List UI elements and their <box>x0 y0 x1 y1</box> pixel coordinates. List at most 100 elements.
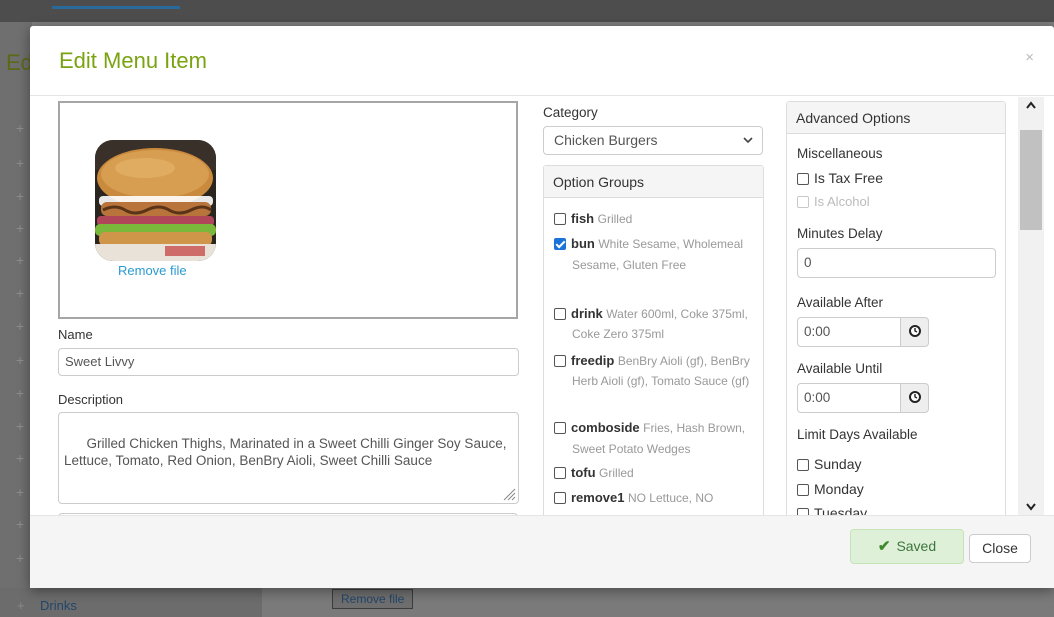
background-plus-icon: + <box>16 120 25 136</box>
option-groups-panel: Option Groups fish Grilled bun White Ses… <box>543 165 764 515</box>
scroll-down-arrow-icon[interactable] <box>1018 498 1044 515</box>
minutes-delay-label: Minutes Delay <box>797 226 883 241</box>
option-group-name: comboside <box>571 420 640 435</box>
option-group-checkbox[interactable] <box>554 422 566 434</box>
alcohol-checkbox <box>797 196 809 208</box>
option-group-item[interactable]: tofu Grilled <box>554 464 764 482</box>
checkmark-icon: ✔ <box>877 538 891 555</box>
tax-free-label: Is Tax Free <box>814 170 883 186</box>
modal-title: Edit Menu Item <box>59 48 207 73</box>
background-plus-icon: + <box>16 188 25 204</box>
tax-free-option[interactable]: Is Tax Free <box>797 170 883 186</box>
option-group-name: fish <box>571 211 595 226</box>
background-remove-file-button[interactable]: Remove file <box>332 589 414 609</box>
clock-icon[interactable] <box>900 383 929 413</box>
close-button[interactable]: Close <box>969 534 1031 563</box>
option-group-checkbox-checked[interactable] <box>554 238 566 250</box>
option-group-name: remove1 <box>571 490 625 505</box>
available-until-picker: 0:00 <box>797 383 929 413</box>
option-group-details: NO Lettuce, NO <box>627 491 714 505</box>
description-text: Grilled Chicken Thighs, Marinated in a S… <box>64 436 511 468</box>
limit-days-label: Limit Days Available <box>797 427 918 442</box>
menu-item-image <box>95 140 216 261</box>
background-plus-icon: + <box>16 484 25 500</box>
option-group-item[interactable]: freedip BenBry Aioli (gf), BenBry Herb A… <box>554 351 764 391</box>
background-plus-icon: + <box>17 598 25 613</box>
day-checkbox[interactable] <box>797 484 809 496</box>
background-plus-icon: + <box>16 155 25 171</box>
available-after-input[interactable]: 0:00 <box>797 317 901 347</box>
alcohol-option: Is Alcohol <box>797 194 870 209</box>
alcohol-label: Is Alcohol <box>814 194 870 209</box>
option-group-item[interactable]: comboside Fries, Hash Brown, Sweet Potat… <box>554 418 764 460</box>
background-plus-icon: + <box>16 318 25 334</box>
minutes-delay-input[interactable]: 0 <box>797 248 996 278</box>
background-plus-icon: + <box>16 418 25 434</box>
day-label: Sunday <box>814 456 862 472</box>
option-group-details: Grilled <box>597 212 633 226</box>
option-group-name: bun <box>571 236 595 251</box>
option-group-checkbox[interactable] <box>554 492 566 504</box>
scroll-up-arrow-icon[interactable] <box>1018 97 1044 114</box>
day-option-sunday[interactable]: Sunday <box>797 456 861 472</box>
scroll-track[interactable] <box>1018 114 1044 498</box>
background-tab-accent <box>52 6 180 9</box>
day-label: Monday <box>814 481 864 497</box>
available-until-label: Available Until <box>797 361 883 376</box>
saved-button[interactable]: ✔ Saved <box>850 529 964 564</box>
image-dropzone[interactable]: Remove file <box>58 101 518 319</box>
option-group-name: tofu <box>571 465 596 480</box>
background-sidebar-item-drinks[interactable]: Drinks <box>40 598 77 613</box>
background-page-title: Ed <box>6 50 33 75</box>
background-plus-icon: + <box>16 352 25 368</box>
option-group-details: White Sesame, Wholemeal Sesame, Gluten F… <box>572 237 744 272</box>
day-option-tuesday[interactable]: Tuesday <box>797 505 867 515</box>
resize-grip-icon[interactable] <box>502 487 516 501</box>
background-plus-icon: + <box>16 516 25 532</box>
background-plus-icon: + <box>16 385 25 401</box>
name-input[interactable]: Sweet Livvy <box>58 348 519 376</box>
background-topbar <box>0 0 1054 22</box>
option-group-checkbox[interactable] <box>554 355 566 367</box>
close-icon[interactable]: × <box>1025 49 1034 66</box>
category-select[interactable]: Chicken Burgers <box>543 126 763 155</box>
description-textarea[interactable]: Grilled Chicken Thighs, Marinated in a S… <box>58 412 519 504</box>
remove-file-link[interactable]: Remove file <box>118 263 187 278</box>
option-group-name: drink <box>571 306 603 321</box>
background-plus-icon: + <box>16 550 25 566</box>
chevron-down-icon <box>743 127 753 165</box>
available-after-picker: 0:00 <box>797 317 929 347</box>
option-group-details: Grilled <box>599 466 634 480</box>
saved-button-label: Saved <box>896 538 937 554</box>
option-group-item[interactable]: bun White Sesame, Wholemeal Sesame, Glut… <box>554 234 764 276</box>
background-plus-icon: + <box>16 220 25 236</box>
option-group-name: freedip <box>571 353 615 368</box>
category-selected-value: Chicken Burgers <box>554 132 658 148</box>
day-checkbox[interactable] <box>797 508 809 515</box>
background-bottom-area <box>0 588 1054 617</box>
option-groups-heading: Option Groups <box>544 166 763 198</box>
option-group-checkbox[interactable] <box>554 213 566 225</box>
modal-scrollbar[interactable] <box>1018 97 1044 515</box>
scroll-thumb[interactable] <box>1020 130 1042 230</box>
option-group-checkbox[interactable] <box>554 467 566 479</box>
available-until-input[interactable]: 0:00 <box>797 383 901 413</box>
modal-header: Edit Menu Item × <box>30 26 1054 96</box>
modal-body: Remove file Name Sweet Livvy Description… <box>30 97 1054 515</box>
advanced-options-heading: Advanced Options <box>787 102 1005 134</box>
option-group-checkbox[interactable] <box>554 308 566 320</box>
description-label: Description <box>58 392 124 407</box>
option-group-item[interactable]: fish Grilled <box>554 210 764 228</box>
day-option-monday[interactable]: Monday <box>797 481 864 497</box>
day-checkbox[interactable] <box>797 459 809 471</box>
edit-menu-item-modal: Edit Menu Item × Remove file Name Sweet … <box>30 26 1054 588</box>
name-label: Name <box>58 327 93 342</box>
tax-free-checkbox[interactable] <box>797 173 809 185</box>
burger-photo <box>95 140 216 261</box>
option-group-item[interactable]: remove1 NO Lettuce, NO <box>554 489 764 507</box>
clock-icon[interactable] <box>900 317 929 347</box>
day-label: Tuesday <box>814 505 868 515</box>
background-plus-icon: + <box>16 450 25 466</box>
background-plus-icon: + <box>16 252 25 268</box>
option-group-item[interactable]: drink Water 600ml, Coke 375ml, Coke Zero… <box>554 304 764 344</box>
